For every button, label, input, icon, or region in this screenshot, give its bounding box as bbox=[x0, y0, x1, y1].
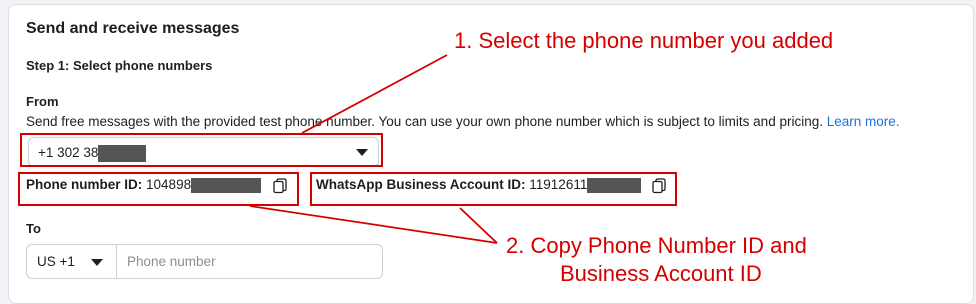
annotation-step2-line2: Business Account ID bbox=[560, 261, 762, 286]
arrow-step1 bbox=[301, 54, 448, 134]
annotation-step1: 1. Select the phone number you added bbox=[454, 28, 834, 53]
arrow-step2-left bbox=[249, 205, 498, 244]
annotation-step2-line1: 2. Copy Phone Number ID and bbox=[506, 233, 807, 258]
